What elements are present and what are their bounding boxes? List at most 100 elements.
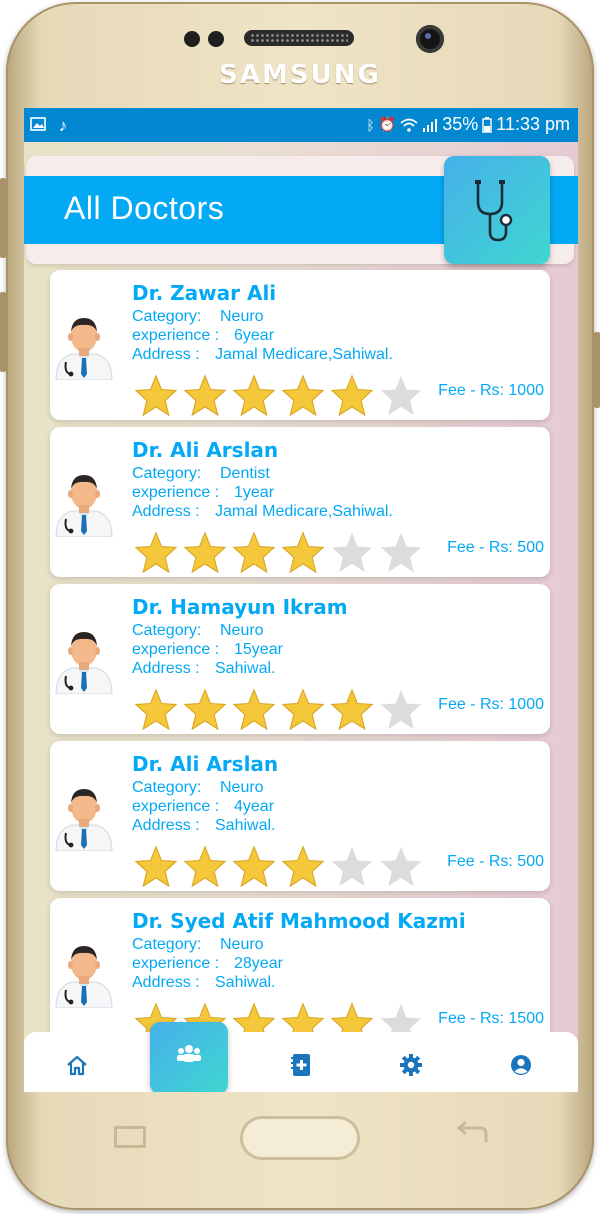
records-icon xyxy=(291,1054,310,1076)
address-row: Address : Jamal Medicare,Sahiwal. xyxy=(132,503,393,521)
experience-label: experience : xyxy=(132,798,220,815)
fee-label: Fee - Rs: 500 xyxy=(447,539,544,556)
star-filled-icon xyxy=(281,688,325,730)
star-filled-icon xyxy=(232,845,276,887)
power-button xyxy=(594,332,600,408)
status-bar: ♪ ᛒ ⏰ 35% 11:33 pm xyxy=(24,108,578,142)
proximity-sensor xyxy=(184,31,200,47)
star-filled-icon xyxy=(281,845,325,887)
experience-label: experience : xyxy=(132,955,220,972)
front-camera xyxy=(416,25,444,53)
address-value: Sahiwal. xyxy=(215,817,276,834)
category-value: Neuro xyxy=(220,622,264,639)
address-value: Sahiwal. xyxy=(215,974,276,991)
doctor-name: Dr. Syed Atif Mahmood Kazmi xyxy=(132,909,466,933)
fee-label: Fee - Rs: 1500 xyxy=(438,1010,544,1027)
star-empty-icon xyxy=(331,532,373,573)
star-filled-icon xyxy=(232,688,276,730)
home-button[interactable] xyxy=(240,1116,360,1160)
doctor-name: Dr. Hamayun Ikram xyxy=(132,595,348,619)
nav-doctors-active[interactable] xyxy=(150,1022,228,1092)
star-filled-icon xyxy=(183,531,227,573)
page-title: All Doctors xyxy=(64,190,225,226)
category-row: Category: Neuro xyxy=(132,308,264,326)
doctor-card[interactable]: Dr. Zawar Ali Category: Neuro experience … xyxy=(50,270,550,420)
star-filled-icon xyxy=(281,531,325,573)
star-filled-icon xyxy=(232,531,276,573)
experience-row: experience : 28year xyxy=(132,955,283,973)
address-label: Address : xyxy=(132,503,200,520)
bluetooth-icon: ᛒ xyxy=(366,116,375,133)
address-row: Address : Sahiwal. xyxy=(132,817,275,835)
category-row: Category: Neuro xyxy=(132,622,264,640)
category-label: Category: xyxy=(132,622,202,639)
alarm-icon: ⏰ xyxy=(378,116,397,132)
category-value: Neuro xyxy=(220,779,264,796)
address-row: Address : Jamal Medicare,Sahiwal. xyxy=(132,346,393,364)
address-value: Sahiwal. xyxy=(215,660,276,677)
settings-icon xyxy=(400,1054,422,1076)
rating-stars xyxy=(134,531,423,573)
battery-icon xyxy=(482,116,492,133)
rating-stars xyxy=(134,845,423,887)
fee-label: Fee - Rs: 1000 xyxy=(438,382,544,399)
address-row: Address : Sahiwal. xyxy=(132,660,275,678)
address-row: Address : Sahiwal. xyxy=(132,974,275,992)
star-filled-icon xyxy=(183,374,227,416)
star-filled-icon xyxy=(183,688,227,730)
address-label: Address : xyxy=(132,974,200,991)
category-label: Category: xyxy=(132,936,202,953)
star-filled-icon xyxy=(330,374,374,416)
earpiece-grille xyxy=(250,33,348,43)
nav-records[interactable] xyxy=(286,1052,316,1078)
experience-value: 15year xyxy=(234,641,283,658)
signal-icon xyxy=(423,118,438,132)
status-left: ♪ xyxy=(30,116,67,136)
image-icon xyxy=(30,117,46,131)
experience-label: experience : xyxy=(132,641,220,658)
bixby-button xyxy=(0,292,6,372)
doctor-avatar-icon xyxy=(55,318,113,380)
category-row: Category: Neuro xyxy=(132,936,264,954)
stethoscope-icon xyxy=(475,180,513,242)
header-icon-tile[interactable] xyxy=(444,156,550,264)
category-value: Dentist xyxy=(220,465,270,482)
experience-row: experience : 6year xyxy=(132,327,274,345)
star-filled-icon xyxy=(134,688,178,730)
fee-label: Fee - Rs: 500 xyxy=(447,853,544,870)
category-row: Category: Dentist xyxy=(132,465,270,483)
light-sensor xyxy=(208,31,224,47)
address-label: Address : xyxy=(132,660,200,677)
recent-apps-button[interactable] xyxy=(114,1126,146,1148)
category-value: Neuro xyxy=(220,936,264,953)
category-row: Category: Neuro xyxy=(132,779,264,797)
star-filled-icon xyxy=(134,531,178,573)
star-filled-icon xyxy=(183,845,227,887)
doctor-avatar-icon xyxy=(55,789,113,851)
doctor-card[interactable]: Dr. Hamayun Ikram Category: Neuro experie… xyxy=(50,584,550,734)
status-right: ᛒ ⏰ 35% 11:33 pm xyxy=(366,114,570,135)
experience-value: 1year xyxy=(234,484,275,501)
experience-value: 4year xyxy=(234,798,275,815)
nav-profile[interactable] xyxy=(506,1052,536,1078)
star-filled-icon xyxy=(232,374,276,416)
experience-label: experience : xyxy=(132,327,220,344)
experience-row: experience : 1year xyxy=(132,484,274,502)
doctor-card[interactable]: Dr. Ali Arslan Category: Dentist experien… xyxy=(50,427,550,577)
doctor-card[interactable]: Dr. Syed Atif Mahmood Kazmi Category: Neu… xyxy=(50,898,550,1048)
address-value: Jamal Medicare,Sahiwal. xyxy=(215,346,393,363)
profile-icon xyxy=(511,1055,531,1075)
category-label: Category: xyxy=(132,465,202,482)
nav-home[interactable] xyxy=(62,1052,92,1078)
doctor-card[interactable]: Dr. Ali Arslan Category: Neuro experience… xyxy=(50,741,550,891)
back-icon[interactable] xyxy=(452,1120,492,1150)
doctor-avatar-icon xyxy=(55,632,113,694)
doctor-name: Dr. Zawar Ali xyxy=(132,281,277,305)
star-empty-icon xyxy=(380,689,422,730)
category-label: Category: xyxy=(132,308,202,325)
experience-row: experience : 4year xyxy=(132,798,274,816)
doctors-icon xyxy=(177,1045,201,1062)
star-filled-icon xyxy=(281,374,325,416)
nav-settings[interactable] xyxy=(396,1052,426,1078)
star-filled-icon xyxy=(134,845,178,887)
